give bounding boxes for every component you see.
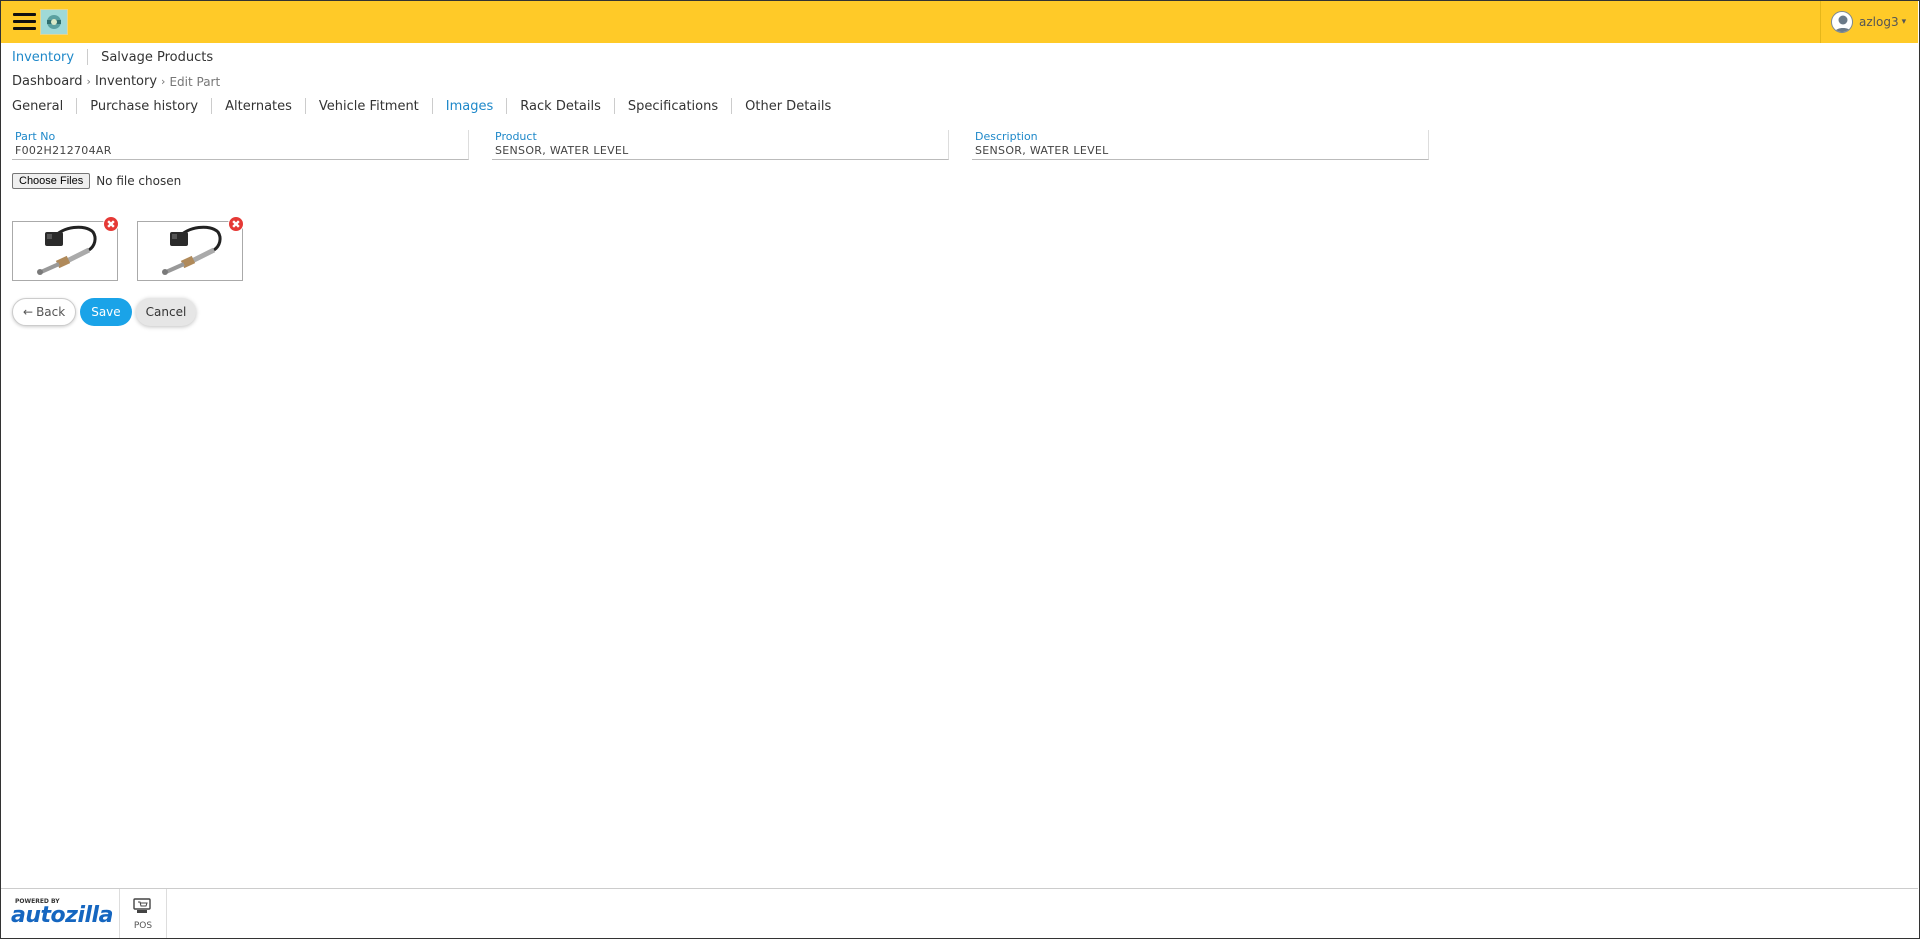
divider <box>731 98 733 114</box>
file-status: No file chosen <box>96 174 182 188</box>
back-label: Back <box>36 305 66 319</box>
image-thumbnail[interactable]: ✖ <box>137 216 244 281</box>
divider <box>431 98 433 114</box>
breadcrumb-current: Edit Part <box>169 74 221 89</box>
footer: POWERED BY autozilla POS <box>1 888 1918 938</box>
description-label: Description <box>975 130 1038 143</box>
menu-icon[interactable] <box>13 13 36 31</box>
description-field: Description <box>972 130 1429 160</box>
tab-other-details[interactable]: Other Details <box>745 99 831 114</box>
pos-button[interactable]: POS <box>119 889 167 938</box>
pos-label: POS <box>133 921 153 931</box>
tab-images[interactable]: Images <box>446 99 494 114</box>
arrow-left-icon: ← <box>23 305 34 319</box>
brand-logo: autozilla <box>11 903 113 928</box>
top-bar: azlog3 ▾ <box>1 1 1918 43</box>
module-nav: Inventory Salvage Products <box>12 49 213 65</box>
sensor-image-icon <box>162 225 222 275</box>
breadcrumb-inventory[interactable]: Inventory <box>95 74 157 89</box>
tab-specifications[interactable]: Specifications <box>628 99 718 114</box>
cancel-button[interactable]: Cancel <box>135 298 197 326</box>
avatar <box>1831 11 1853 33</box>
divider <box>304 98 306 114</box>
user-avatar-icon <box>1834 15 1852 32</box>
remove-image-icon[interactable]: ✖ <box>228 216 244 232</box>
save-button[interactable]: Save <box>80 298 132 326</box>
pos-register-icon <box>133 898 151 913</box>
divider <box>87 49 89 65</box>
description-input[interactable] <box>975 144 1415 157</box>
part-no-input[interactable] <box>15 144 455 157</box>
divider <box>506 98 508 114</box>
remove-image-icon[interactable]: ✖ <box>103 216 119 232</box>
part-no-field: Part No <box>12 130 469 160</box>
user-name: azlog3 <box>1859 15 1899 29</box>
chevron-right-icon: › <box>86 75 91 88</box>
form-actions: ← Back Save Cancel <box>12 298 197 326</box>
breadcrumb: Dashboard › Inventory › Edit Part <box>12 74 220 89</box>
tab-purchase-history[interactable]: Purchase history <box>90 99 198 114</box>
company-logo[interactable] <box>40 9 68 35</box>
tab-general[interactable]: General <box>12 99 63 114</box>
chevron-down-icon: ▾ <box>1901 17 1907 27</box>
tab-alternates[interactable]: Alternates <box>225 99 292 114</box>
product-field: Product <box>492 130 949 160</box>
product-label: Product <box>495 130 537 143</box>
back-button[interactable]: ← Back <box>12 298 77 326</box>
sensor-image-icon <box>37 225 97 275</box>
tab-vehicle-fitment[interactable]: Vehicle Fitment <box>319 99 419 114</box>
breadcrumb-dashboard[interactable]: Dashboard <box>12 74 83 89</box>
module-inventory[interactable]: Inventory <box>12 50 74 65</box>
user-menu[interactable]: azlog3 ▾ <box>1820 1 1918 43</box>
part-tabs: General Purchase history Alternates Vehi… <box>12 98 831 114</box>
divider <box>76 98 78 114</box>
choose-files-button[interactable]: Choose Files <box>12 173 91 189</box>
part-no-label: Part No <box>15 130 56 143</box>
logo-emblem-icon <box>47 15 61 29</box>
tab-rack-details[interactable]: Rack Details <box>520 99 601 114</box>
file-upload: Choose Files No file chosen <box>12 173 181 189</box>
module-salvage-products[interactable]: Salvage Products <box>101 50 213 65</box>
product-input[interactable] <box>495 144 935 157</box>
divider <box>211 98 213 114</box>
image-thumbnail[interactable]: ✖ <box>12 216 119 281</box>
chevron-right-icon: › <box>161 75 166 88</box>
divider <box>613 98 615 114</box>
